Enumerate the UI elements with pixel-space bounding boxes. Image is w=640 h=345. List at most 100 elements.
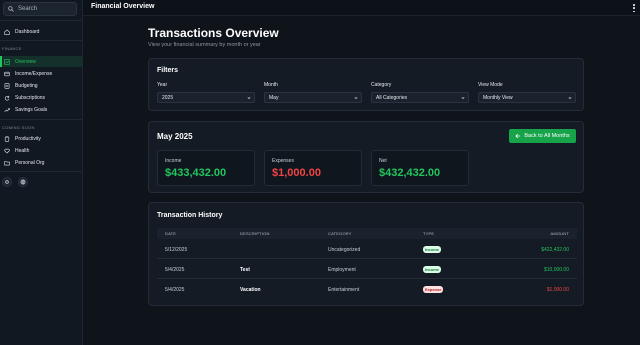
sidebar-divider xyxy=(0,119,83,120)
sidebar-item-label: Dashboard xyxy=(15,28,40,35)
sidebar: Search Dashboard FINANCE Overview Income… xyxy=(0,0,83,345)
sidebar-item-productivity[interactable]: Productivity xyxy=(0,133,83,144)
page-title: Transactions Overview xyxy=(148,26,279,40)
net-stat: Net $432,432.00 xyxy=(371,150,469,186)
chevron-down-icon xyxy=(247,97,251,100)
table-row[interactable]: 5/4/2025 Vacation Entertainment Expense … xyxy=(157,280,577,299)
view-mode-value: Monthly View xyxy=(483,94,513,101)
sidebar-item-label: Subscriptions xyxy=(15,94,46,101)
sidebar-item-label: Budgeting xyxy=(15,82,38,89)
sidebar-item-label: Personal Org xyxy=(15,159,45,166)
sidebar-item-budgeting[interactable]: Budgeting xyxy=(0,80,83,91)
column-header-date: DATE xyxy=(165,231,177,236)
sidebar-divider xyxy=(0,171,83,172)
cell-date: 5/4/2025 xyxy=(165,267,185,273)
table-row[interactable]: 5/12/2025 Uncategorized Income $422,432.… xyxy=(157,240,577,259)
type-badge: Expense xyxy=(423,286,444,293)
cell-date: 5/12/2025 xyxy=(165,247,188,253)
year-select[interactable]: 2025 xyxy=(157,92,255,103)
filters-card: Filters Year 2025 Month May Category All… xyxy=(148,58,584,111)
sidebar-item-label: Savings Goals xyxy=(15,106,48,113)
income-stat: Income $433,432.00 xyxy=(157,150,255,186)
category-value: All Categories xyxy=(376,94,408,101)
income-value: $433,432.00 xyxy=(165,167,227,179)
theme-button[interactable] xyxy=(18,177,28,187)
year-label: Year xyxy=(157,82,168,88)
gear-icon xyxy=(4,179,10,185)
filters-title: Filters xyxy=(157,67,179,74)
year-value: 2025 xyxy=(162,94,174,101)
type-badge: Income xyxy=(423,266,442,273)
search-icon xyxy=(8,6,14,12)
column-header-category: CATEGORY xyxy=(328,231,352,236)
net-label: Net xyxy=(379,158,387,164)
back-to-all-months-button[interactable]: Back to All Months xyxy=(509,129,576,143)
sidebar-item-overview[interactable]: Overview xyxy=(0,56,83,67)
sidebar-item-savings-goals[interactable]: Savings Goals xyxy=(0,104,83,115)
chevron-down-icon xyxy=(461,97,465,100)
category-select[interactable]: All Categories xyxy=(371,92,469,103)
app-title: Financial Overview xyxy=(91,3,155,10)
globe-icon xyxy=(20,179,26,185)
sidebar-item-label: Income/Expense xyxy=(15,70,53,77)
more-menu-icon[interactable] xyxy=(632,4,636,12)
summary-title: May 2025 xyxy=(157,132,193,141)
cell-amount: $10,000.00 xyxy=(543,267,569,273)
table-row[interactable]: 5/4/2025 Test Employment Income $10,000.… xyxy=(157,260,577,279)
cell-date: 5/4/2025 xyxy=(165,287,185,293)
home-icon xyxy=(4,29,10,35)
column-header-description: DESCRIPTION xyxy=(240,231,270,236)
heart-icon xyxy=(4,148,10,154)
chevron-down-icon xyxy=(568,97,572,100)
month-value: May xyxy=(269,94,279,101)
category-label: Category xyxy=(371,82,392,88)
expenses-label: Expenses xyxy=(272,158,294,164)
column-header-amount: AMOUNT xyxy=(550,231,569,236)
type-badge: Income xyxy=(423,246,442,253)
clipboard-icon xyxy=(4,135,10,142)
view-mode-label: View Mode xyxy=(478,82,503,88)
budget-icon xyxy=(4,82,10,89)
cell-amount: $422,432.00 xyxy=(541,247,569,253)
search-input[interactable]: Search xyxy=(3,2,77,16)
cell-description: Test xyxy=(240,267,250,273)
income-label: Income xyxy=(165,158,182,164)
month-label: Month xyxy=(264,82,278,88)
sidebar-item-health[interactable]: Health xyxy=(0,145,83,156)
net-value: $432,432.00 xyxy=(379,167,441,179)
wallet-icon xyxy=(4,71,10,77)
sidebar-item-label: Overview xyxy=(15,58,36,65)
chart-icon xyxy=(4,58,10,65)
page-subtitle: View your financial summary by month or … xyxy=(148,42,261,48)
folder-icon xyxy=(4,160,10,166)
table-header: DATE DESCRIPTION CATEGORY TYPE AMOUNT xyxy=(157,228,577,239)
cell-category: Employment xyxy=(328,267,356,273)
sidebar-divider xyxy=(0,40,83,41)
history-title: Transaction History xyxy=(157,212,223,219)
section-label-coming-soon: COMING SOON xyxy=(2,125,35,130)
arrow-left-icon xyxy=(515,133,521,139)
chevron-down-icon xyxy=(354,97,358,100)
trending-up-icon xyxy=(4,107,10,113)
sidebar-item-dashboard[interactable]: Dashboard xyxy=(0,26,83,37)
sidebar-item-label: Health xyxy=(15,147,30,154)
settings-button[interactable] xyxy=(2,177,12,187)
transaction-history-card: Transaction History DATE DESCRIPTION CAT… xyxy=(148,202,584,306)
cell-category: Uncategorized xyxy=(328,247,361,253)
sidebar-item-personal-org[interactable]: Personal Org xyxy=(0,157,83,168)
sidebar-item-subscriptions[interactable]: Subscriptions xyxy=(0,92,83,103)
cell-category: Entertainment xyxy=(328,287,360,293)
expenses-stat: Expenses $1,000.00 xyxy=(264,150,362,186)
refresh-icon xyxy=(4,95,10,101)
month-select[interactable]: May xyxy=(264,92,362,103)
search-placeholder: Search xyxy=(18,6,38,12)
cell-amount: $1,000.00 xyxy=(546,287,569,293)
sidebar-item-income-expense[interactable]: Income/Expense xyxy=(0,68,83,79)
summary-card: May 2025 Back to All Months Income $433,… xyxy=(148,121,584,193)
cell-description: Vacation xyxy=(240,287,261,293)
section-label-finance: FINANCE xyxy=(2,46,22,51)
sidebar-divider xyxy=(0,20,83,21)
expenses-value: $1,000.00 xyxy=(272,167,321,179)
column-header-type: TYPE xyxy=(423,231,435,236)
view-mode-select[interactable]: Monthly View xyxy=(478,92,576,103)
